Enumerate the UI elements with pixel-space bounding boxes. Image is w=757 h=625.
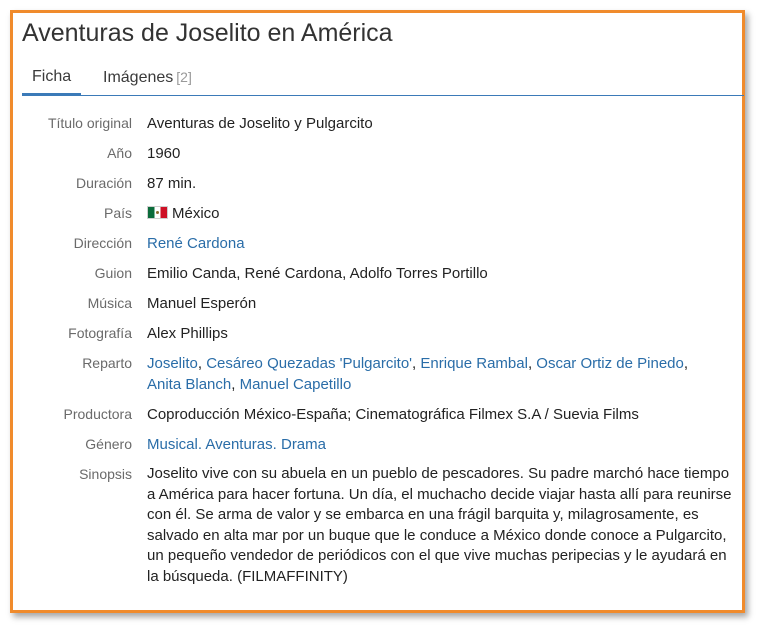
page-title: Aventuras de Joselito en América (22, 19, 393, 47)
value-guion: Emilio Canda, René Cardona, Adolfo Torre… (147, 265, 488, 282)
label-guion: Guion (94, 265, 132, 281)
row-musica: Música Manuel Esperón (22, 293, 734, 314)
label-ano: Año (107, 145, 132, 161)
row-reparto: Reparto Joselito, Cesáreo Quezadas 'Pulg… (22, 353, 734, 395)
row-titulo-original: Título original Aventuras de Joselito y … (22, 113, 734, 134)
mexico-flag-icon (147, 206, 168, 219)
label-pais: País (103, 205, 132, 221)
row-fotografia: Fotografía Alex Phillips (22, 323, 734, 344)
value-fotografia: Alex Phillips (147, 325, 228, 342)
value-reparto: Joselito, Cesáreo Quezadas 'Pulgarcito',… (147, 353, 734, 395)
row-direccion: Dirección René Cardona (22, 233, 734, 254)
row-duracion: Duración 87 min. (22, 173, 734, 194)
row-sinopsis: Sinopsis Joselito vive con su abuela en … (22, 464, 734, 587)
value-musica: Manuel Esperón (147, 295, 257, 312)
row-pais: País México (22, 203, 734, 224)
value-sinopsis: Joselito vive con su abuela en un pueblo… (147, 465, 732, 585)
value-ano: 1960 (147, 145, 181, 162)
value-direccion: René Cardona (147, 233, 734, 254)
cast-link[interactable]: Cesáreo Quezadas 'Pulgarcito' (206, 355, 412, 372)
tab-imagenes[interactable]: Imágenes [2] (103, 63, 192, 93)
genre-link[interactable]: Musical (147, 436, 198, 453)
tab-bar: Ficha Imágenes [2] (22, 63, 744, 96)
cast-separator: , (231, 376, 240, 393)
cast-link[interactable]: Enrique Rambal (420, 355, 528, 372)
director-link[interactable]: René Cardona (147, 235, 245, 252)
label-duracion: Duración (75, 175, 132, 191)
genre-separator: . (272, 436, 281, 453)
label-productora: Productora (63, 406, 132, 422)
label-titulo-original: Título original (47, 115, 132, 131)
row-genero: Género Musical. Aventuras. Drama (22, 434, 734, 455)
cast-separator: , (683, 355, 689, 372)
genre-link[interactable]: Drama (281, 436, 326, 453)
label-genero: Género (85, 436, 132, 452)
tab-ficha-label: Ficha (32, 68, 72, 85)
movie-card: Aventuras de Joselito en América Ficha I… (10, 10, 745, 613)
cast-link[interactable]: Oscar Ortiz de Pinedo (536, 355, 684, 372)
cast-link[interactable]: Anita Blanch (147, 376, 231, 393)
movie-info-list: Título original Aventuras de Joselito y … (22, 113, 734, 596)
row-guion: Guion Emilio Canda, René Cardona, Adolfo… (22, 263, 734, 284)
label-musica: Música (87, 295, 132, 311)
row-productora: Productora Coproducción México-España; C… (22, 404, 734, 425)
tab-ficha[interactable]: Ficha (22, 63, 82, 96)
value-titulo-original: Aventuras de Joselito y Pulgarcito (147, 115, 373, 132)
value-pais: México (147, 203, 734, 224)
genre-link[interactable]: Aventuras (205, 436, 272, 453)
value-duracion: 87 min. (147, 175, 197, 192)
label-sinopsis: Sinopsis (79, 466, 132, 482)
value-productora: Coproducción México-España; Cinematográf… (147, 406, 639, 423)
value-pais-text: México (172, 205, 220, 222)
row-ano: Año 1960 (22, 143, 734, 164)
tab-imagenes-count: [2] (176, 69, 192, 85)
cast-separator: , (197, 355, 207, 372)
cast-link[interactable]: Joselito (147, 355, 198, 372)
label-fotografia: Fotografía (68, 325, 132, 341)
value-genero: Musical. Aventuras. Drama (147, 434, 734, 455)
label-reparto: Reparto (82, 355, 132, 371)
cast-link[interactable]: Manuel Capetillo (240, 376, 352, 393)
label-direccion: Dirección (73, 235, 132, 251)
tab-imagenes-label: Imágenes (103, 69, 174, 86)
